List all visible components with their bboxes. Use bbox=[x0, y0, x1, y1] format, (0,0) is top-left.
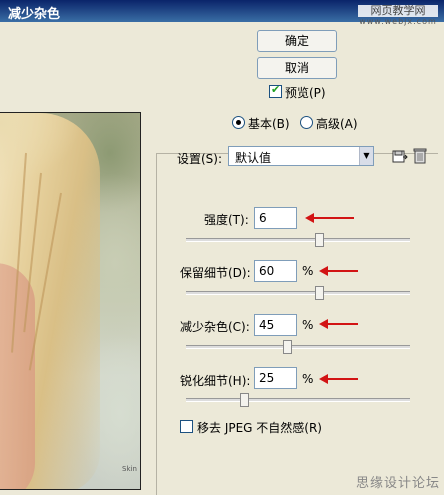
settings-dropdown-value: 默认值 bbox=[235, 151, 272, 165]
strength-label: 强度(T): bbox=[204, 213, 249, 227]
settings-dropdown[interactable]: 默认值 ▼ bbox=[228, 146, 374, 166]
watermark-logo: 网页教学网 bbox=[358, 5, 438, 17]
trash-icon[interactable] bbox=[413, 147, 427, 164]
basic-radio[interactable] bbox=[232, 116, 245, 129]
preview-checkbox-label[interactable]: 预览(P) bbox=[285, 84, 326, 101]
cancel-button[interactable]: 取消 bbox=[257, 57, 337, 79]
remove-jpeg-artifact-label[interactable]: 移去 JPEG 不自然感(R) bbox=[197, 419, 322, 436]
sharpen-details-input[interactable]: 25 bbox=[254, 367, 297, 389]
window-title: 减少杂色 bbox=[8, 7, 61, 22]
sharpen-details-label: 锐化细节(H): bbox=[180, 374, 251, 388]
advanced-radio[interactable] bbox=[300, 116, 313, 129]
chevron-down-icon[interactable]: ▼ bbox=[359, 147, 373, 165]
reduce-color-noise-input[interactable]: 45 bbox=[254, 314, 297, 336]
preserve-details-unit: % bbox=[302, 264, 314, 278]
annotation-arrow bbox=[319, 319, 358, 329]
sharpen-details-slider-thumb[interactable] bbox=[240, 393, 249, 407]
preserve-details-label: 保留细节(D): bbox=[180, 266, 251, 280]
image-caption: Skin bbox=[122, 465, 137, 473]
reduce-color-noise-slider-thumb[interactable] bbox=[283, 340, 292, 354]
footer-logo: 思缘设计论坛 bbox=[355, 476, 440, 491]
reduce-color-noise-unit: % bbox=[302, 318, 314, 332]
preserve-details-slider-thumb[interactable] bbox=[315, 286, 324, 300]
strength-slider[interactable] bbox=[186, 233, 410, 247]
ok-button[interactable]: 确定 bbox=[257, 30, 337, 52]
strength-slider-thumb[interactable] bbox=[315, 233, 324, 247]
advanced-radio-label[interactable]: 高级(A) bbox=[316, 115, 358, 132]
watermark-url: www.webjx.com bbox=[359, 17, 437, 26]
save-settings-icon[interactable] bbox=[392, 148, 408, 164]
basic-radio-label[interactable]: 基本(B) bbox=[248, 115, 290, 132]
annotation-arrow bbox=[319, 374, 358, 384]
preview-image[interactable]: Skin bbox=[0, 112, 141, 490]
reduce-color-noise-slider[interactable] bbox=[186, 340, 410, 354]
strength-input[interactable]: 6 bbox=[254, 207, 297, 229]
annotation-arrow bbox=[305, 213, 354, 223]
preserve-details-slider[interactable] bbox=[186, 286, 410, 300]
preview-checkbox[interactable] bbox=[269, 83, 282, 98]
face-region bbox=[0, 263, 35, 489]
settings-label: 设置(S): bbox=[177, 152, 223, 166]
annotation-arrow bbox=[319, 266, 358, 276]
preserve-details-input[interactable]: 60 bbox=[254, 260, 297, 282]
reduce-color-noise-label: 减少杂色(C): bbox=[180, 320, 250, 334]
remove-jpeg-artifact-checkbox[interactable] bbox=[180, 420, 193, 433]
title-bar: 减少杂色 网页教学网 www.webjx.com bbox=[0, 0, 444, 26]
sharpen-details-slider[interactable] bbox=[186, 393, 410, 407]
sharpen-details-unit: % bbox=[302, 372, 314, 386]
